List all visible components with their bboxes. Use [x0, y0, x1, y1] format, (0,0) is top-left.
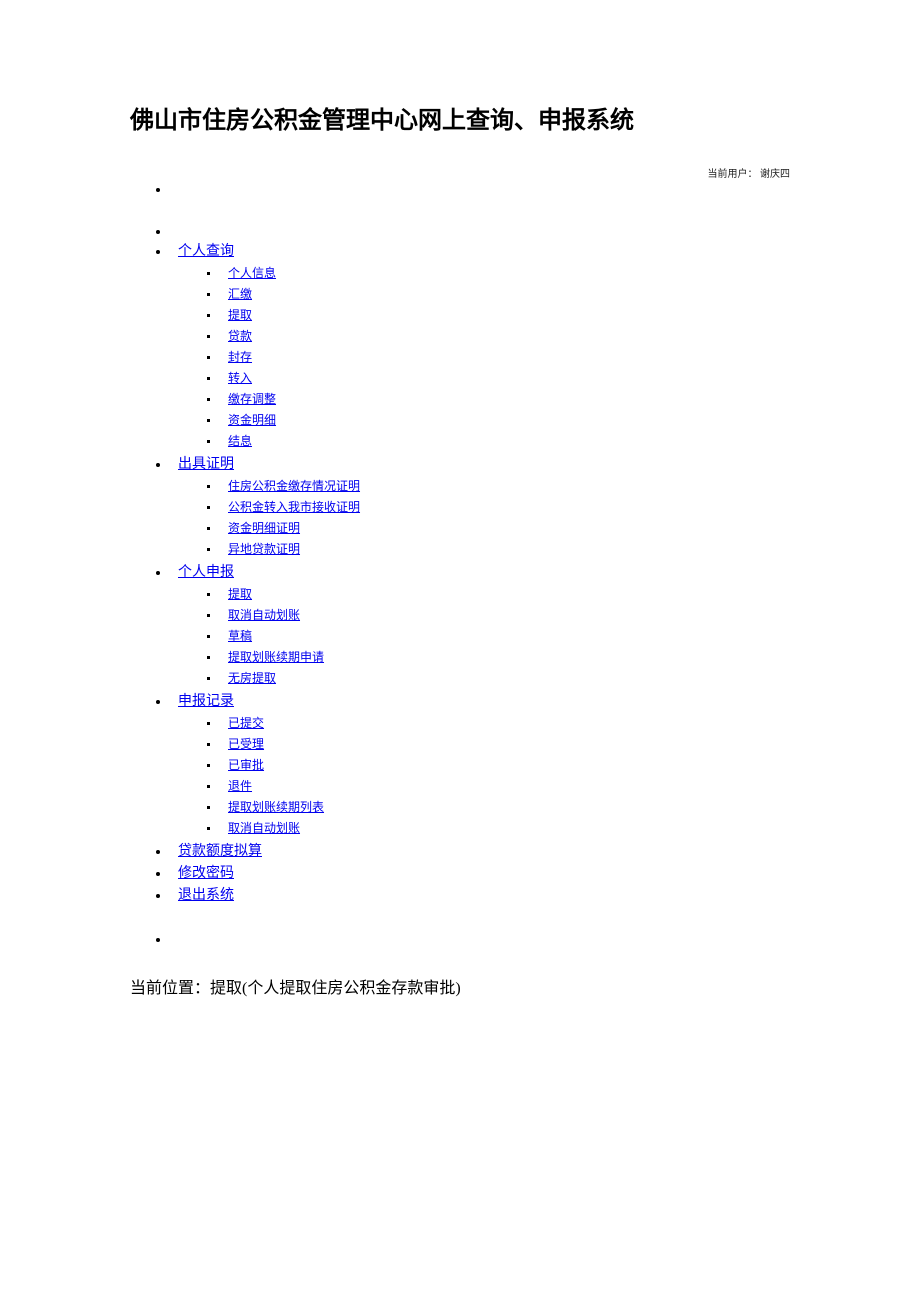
nav-link[interactable]: 已提交	[220, 716, 264, 730]
nav-sub-item[interactable]: 转入	[220, 369, 790, 386]
nav-section-report-records[interactable]: 申报记录 已提交 已受理 已审批 退件 提取划账续期列表 取消自动划账	[170, 690, 790, 836]
breadcrumb-label: 当前位置：	[130, 980, 210, 997]
nav-link[interactable]: 已审批	[220, 758, 264, 772]
nav-sub-item[interactable]: 汇缴	[220, 285, 790, 302]
nav-link[interactable]: 修改密码	[170, 866, 234, 881]
nav-link[interactable]: 提取划账续期列表	[220, 800, 324, 814]
nav-sub-item[interactable]: 封存	[220, 348, 790, 365]
nav-sub-list: 住房公积金缴存情况证明 公积金转入我市接收证明 资金明细证明 异地贷款证明	[170, 477, 790, 557]
nav-blank-item	[170, 182, 790, 196]
nav-sub-list: 已提交 已受理 已审批 退件 提取划账续期列表 取消自动划账	[170, 714, 790, 836]
nav-blank-item	[170, 932, 790, 946]
nav-sub-item[interactable]: 提取	[220, 306, 790, 323]
nav-link[interactable]: 草稿	[220, 629, 252, 643]
nav-sub-item[interactable]: 贷款	[220, 327, 790, 344]
nav-link[interactable]: 提取划账续期申请	[220, 650, 324, 664]
nav-link[interactable]: 封存	[220, 350, 252, 364]
nav-link[interactable]: 出具证明	[170, 457, 234, 472]
nav-link[interactable]: 申报记录	[170, 694, 234, 709]
page-title: 佛山市住房公积金管理中心网上查询、申报系统	[130, 100, 634, 135]
nav-sub-item[interactable]: 取消自动划账	[220, 819, 790, 836]
breadcrumb-value: 提取(个人提取住房公积金存款审批)	[210, 980, 461, 997]
nav-sub-item[interactable]: 取消自动划账	[220, 606, 790, 623]
nav-link[interactable]: 贷款额度拟算	[170, 844, 262, 859]
nav-link[interactable]: 个人信息	[220, 266, 276, 280]
nav-link[interactable]: 异地贷款证明	[220, 542, 300, 556]
nav-sub-item[interactable]: 资金明细	[220, 411, 790, 428]
nav-section-certificates[interactable]: 出具证明 住房公积金缴存情况证明 公积金转入我市接收证明 资金明细证明 异地贷款…	[170, 453, 790, 557]
current-user-block: 当前用户： 谢庆四	[130, 165, 790, 180]
nav-link[interactable]: 退件	[220, 779, 252, 793]
nav-sub-list: 个人信息 汇缴 提取 贷款 封存 转入 缴存调整 资金明细 结息	[170, 264, 790, 449]
nav-sub-item[interactable]: 已审批	[220, 756, 790, 773]
current-user-name: 谢庆四	[760, 169, 790, 180]
nav-link[interactable]: 资金明细证明	[220, 521, 300, 535]
nav-section-loan-simulation[interactable]: 贷款额度拟算	[170, 840, 790, 860]
nav-sub-item[interactable]: 退件	[220, 777, 790, 794]
nav-link[interactable]: 结息	[220, 434, 252, 448]
nav-list: 个人查询 个人信息 汇缴 提取 贷款 封存 转入 缴存调整 资金明细 结息 出具…	[130, 224, 790, 904]
breadcrumb: 当前位置：提取(个人提取住房公积金存款审批)	[130, 974, 790, 998]
nav-top-list	[130, 182, 790, 196]
nav-sub-item[interactable]: 异地贷款证明	[220, 540, 790, 557]
nav-link[interactable]: 已受理	[220, 737, 264, 751]
nav-section-personal-report[interactable]: 个人申报 提取 取消自动划账 草稿 提取划账续期申请 无房提取	[170, 561, 790, 686]
nav-link[interactable]: 提取	[220, 587, 252, 601]
nav-sub-item[interactable]: 提取	[220, 585, 790, 602]
nav-link[interactable]: 取消自动划账	[220, 608, 300, 622]
nav-sub-item[interactable]: 结息	[220, 432, 790, 449]
nav-link[interactable]: 汇缴	[220, 287, 252, 301]
nav-sub-item[interactable]: 公积金转入我市接收证明	[220, 498, 790, 515]
nav-sub-item[interactable]: 草稿	[220, 627, 790, 644]
nav-sub-item[interactable]: 提取划账续期列表	[220, 798, 790, 815]
nav-link[interactable]: 转入	[220, 371, 252, 385]
nav-link[interactable]: 提取	[220, 308, 252, 322]
nav-sub-item[interactable]: 个人信息	[220, 264, 790, 281]
nav-sub-item[interactable]: 提取划账续期申请	[220, 648, 790, 665]
nav-sub-item[interactable]: 无房提取	[220, 669, 790, 686]
nav-link[interactable]: 取消自动划账	[220, 821, 300, 835]
nav-link[interactable]: 退出系统	[170, 888, 234, 903]
nav-link[interactable]: 个人申报	[170, 565, 234, 580]
nav-bottom-list	[130, 932, 790, 946]
nav-sub-item[interactable]: 资金明细证明	[220, 519, 790, 536]
nav-link[interactable]: 公积金转入我市接收证明	[220, 500, 360, 514]
nav-blank-item	[170, 224, 790, 238]
nav-sub-item[interactable]: 已受理	[220, 735, 790, 752]
nav-sub-list: 提取 取消自动划账 草稿 提取划账续期申请 无房提取	[170, 585, 790, 686]
nav-section-logout[interactable]: 退出系统	[170, 884, 790, 904]
nav-section-personal-query[interactable]: 个人查询 个人信息 汇缴 提取 贷款 封存 转入 缴存调整 资金明细 结息	[170, 240, 790, 449]
nav-link[interactable]: 住房公积金缴存情况证明	[220, 479, 360, 493]
nav-link[interactable]: 资金明细	[220, 413, 276, 427]
nav-section-change-password[interactable]: 修改密码	[170, 862, 790, 882]
nav-sub-item[interactable]: 住房公积金缴存情况证明	[220, 477, 790, 494]
current-user-label: 当前用户：	[708, 169, 758, 180]
nav-link[interactable]: 贷款	[220, 329, 252, 343]
nav-link[interactable]: 无房提取	[220, 671, 276, 685]
nav-link[interactable]: 个人查询	[170, 244, 234, 259]
nav-sub-item[interactable]: 缴存调整	[220, 390, 790, 407]
nav-link[interactable]: 缴存调整	[220, 392, 276, 406]
nav-sub-item[interactable]: 已提交	[220, 714, 790, 731]
